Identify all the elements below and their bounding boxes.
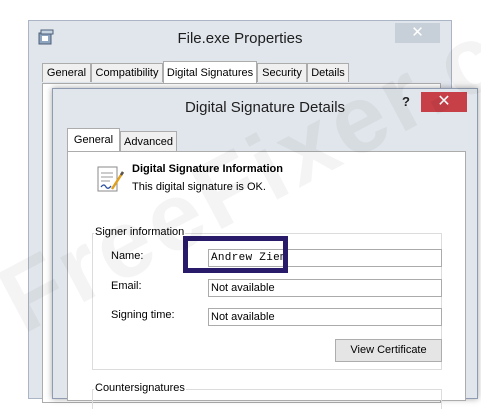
signer-information-label: Signer information bbox=[94, 226, 186, 238]
dialog-tab-page: Digital Signature Information This digit… bbox=[67, 151, 466, 409]
signing-time-label: Signing time: bbox=[111, 309, 175, 321]
email-field[interactable]: Not available bbox=[208, 279, 442, 297]
dialog-tab-general[interactable]: General bbox=[67, 128, 120, 152]
signing-time-field[interactable]: Not available bbox=[208, 308, 442, 326]
signature-info-title: Digital Signature Information bbox=[132, 163, 283, 175]
properties-close-button[interactable]: ✕ bbox=[395, 23, 440, 43]
signer-name-highlight-box bbox=[183, 236, 288, 273]
properties-title-bar: File.exe Properties ✕ bbox=[29, 21, 451, 55]
dialog-close-button[interactable]: ✕ bbox=[421, 92, 467, 112]
tab-digital-signatures[interactable]: Digital Signatures bbox=[163, 61, 257, 83]
view-certificate-button[interactable]: View Certificate bbox=[335, 339, 442, 362]
email-label: Email: bbox=[111, 280, 142, 292]
tab-details[interactable]: Details bbox=[307, 63, 349, 82]
tab-compatibility[interactable]: Compatibility bbox=[91, 63, 163, 82]
properties-title: File.exe Properties bbox=[177, 30, 303, 47]
countersignatures-label: Countersignatures bbox=[94, 382, 186, 394]
signature-status-text: This digital signature is OK. bbox=[132, 181, 266, 193]
name-label: Name: bbox=[111, 250, 144, 262]
tab-general[interactable]: General bbox=[42, 63, 91, 82]
dialog-tab-advanced[interactable]: Advanced bbox=[120, 131, 177, 152]
tab-security[interactable]: Security bbox=[257, 63, 307, 82]
help-button[interactable]: ? bbox=[396, 94, 416, 112]
signature-certificate-icon bbox=[97, 166, 125, 192]
